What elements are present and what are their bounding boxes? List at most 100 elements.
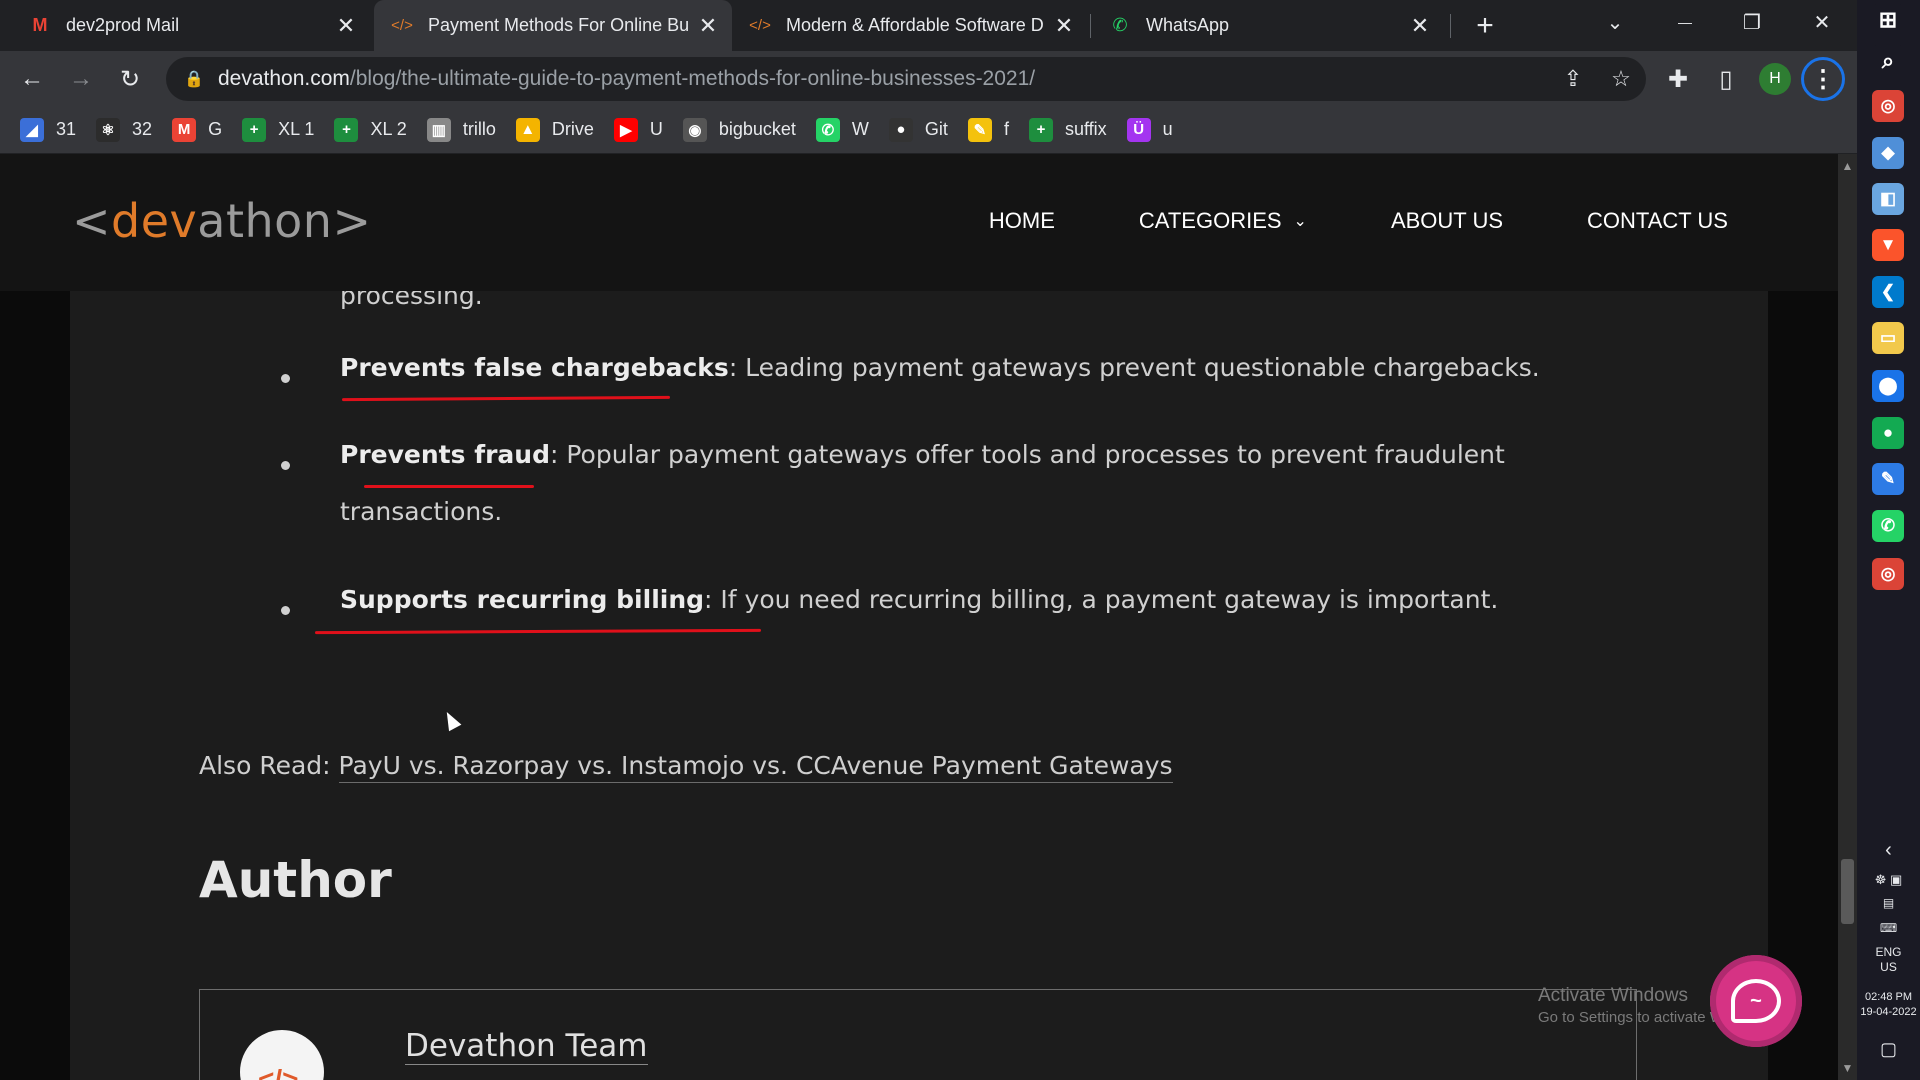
bookmark-item[interactable]: ● Git xyxy=(888,117,948,142)
bookmark-31-icon: ◢ xyxy=(20,117,44,142)
bookmark-item[interactable]: ✎ f xyxy=(967,117,1009,142)
whatsapp-icon[interactable]: ✆ xyxy=(1872,510,1904,542)
list-item-fraud: Prevents fraud: Popular payment gateways… xyxy=(340,440,1505,469)
bookmark-item[interactable]: ✆ W xyxy=(815,117,869,142)
chrome-profile-icon[interactable]: ◎ xyxy=(1872,558,1904,590)
bookmark-label: bigbucket xyxy=(718,119,796,139)
reload-button[interactable]: ↻ xyxy=(111,60,149,98)
tray-chevron-icon[interactable]: ‹ xyxy=(1857,840,1920,860)
tab-strip: M dev2prod Mail ✕ </> Payment Methods Fo… xyxy=(0,0,1857,51)
tab-close-icon[interactable]: ✕ xyxy=(336,13,356,39)
list-item-bold: Supports recurring billing xyxy=(340,585,705,614)
youtube-icon: ▶ xyxy=(613,117,638,142)
bookmark-star-icon[interactable]: ☆ xyxy=(1609,66,1633,91)
chevron-down-icon: ⌄ xyxy=(1293,213,1307,230)
tab-close-icon[interactable]: ✕ xyxy=(1410,13,1430,39)
bookmark-item[interactable]: + suffix xyxy=(1028,117,1107,142)
tab-separator xyxy=(1090,14,1091,38)
drive-icon: ▲ xyxy=(515,117,540,142)
nav-about-us[interactable]: ABOUT US xyxy=(1391,208,1503,234)
tab-dev2prod-mail[interactable]: M dev2prod Mail ✕ xyxy=(0,0,370,51)
scroll-down-arrow-icon[interactable]: ▼ xyxy=(1838,1058,1857,1078)
maps-icon[interactable]: ⬤ xyxy=(1872,370,1904,402)
tray-network-icon[interactable]: ▤ xyxy=(1857,896,1920,911)
site-logo[interactable]: <devathon> xyxy=(72,194,372,248)
address-bar[interactable]: 🔒 devathon.com/blog/the-ultimate-guide-t… xyxy=(166,57,1646,101)
bookmark-item[interactable]: MG xyxy=(172,117,222,142)
logo-rest: athon xyxy=(197,194,333,248)
bookmark-label: XL 2 xyxy=(370,119,407,139)
sheets-icon: + xyxy=(1028,117,1053,142)
article-body: processing. Prevents false chargebacks: … xyxy=(70,281,1768,1080)
language-indicator[interactable]: ENG US xyxy=(1857,945,1920,975)
bookmark-label: 31 xyxy=(56,119,77,139)
bookmark-item[interactable]: ◉ bigbucket xyxy=(682,117,796,142)
also-read-prefix: Also Read: xyxy=(199,751,339,780)
whatsapp-icon: ✆ xyxy=(1112,15,1128,35)
bookmark-item[interactable]: ▥ trillo xyxy=(426,117,496,142)
list-item-bold: Prevents false chargebacks xyxy=(340,353,729,382)
tab-payment-methods[interactable]: </> Payment Methods For Online Bu ✕ xyxy=(374,0,732,51)
back-button[interactable]: ← xyxy=(13,60,51,98)
bookmark-item[interactable]: ▲ Drive xyxy=(515,117,594,142)
author-name-link[interactable]: Devathon Team xyxy=(405,1028,648,1065)
extensions-icon[interactable]: ✚ xyxy=(1659,60,1697,98)
tab-close-icon[interactable]: ✕ xyxy=(698,13,718,39)
edit-icon[interactable]: ✎ xyxy=(1872,463,1904,495)
nav-home[interactable]: HOME xyxy=(989,208,1055,234)
nav-categories[interactable]: CATEGORIES ⌄ xyxy=(1139,208,1307,234)
tab-whatsapp[interactable]: ✆ WhatsApp ✕ xyxy=(1092,0,1444,51)
messenger-icon: ~ xyxy=(1731,979,1781,1023)
minimize-button[interactable]: — xyxy=(1650,0,1720,44)
page-scrollbar[interactable]: ▲ ▼ xyxy=(1838,154,1857,1080)
bookmark-item[interactable]: Üu xyxy=(1126,117,1173,142)
page-viewport: <devathon> HOME CATEGORIES ⌄ ABOUT US CON… xyxy=(0,154,1838,1080)
tab-search-button[interactable]: ⌄ xyxy=(1580,0,1650,44)
restore-button[interactable]: ❐ xyxy=(1717,0,1787,44)
notification-center-icon[interactable]: ▢ xyxy=(1857,1040,1920,1058)
file-explorer-icon[interactable]: ▭ xyxy=(1872,322,1904,354)
mongodb-icon[interactable]: ● xyxy=(1872,417,1904,449)
bookmark-item[interactable]: + XL 2 xyxy=(334,117,407,142)
nav-categories-label: CATEGORIES xyxy=(1138,208,1282,233)
list-item-text: : If you need recurring billing, a payme… xyxy=(704,585,1499,614)
also-read-link[interactable]: PayU vs. Razorpay vs. Instamojo vs. CCAv… xyxy=(338,751,1173,783)
app-icon-2[interactable]: ◧ xyxy=(1872,183,1904,215)
clock[interactable]: 02:48 PM 19-04-2022 xyxy=(1857,990,1920,1020)
bullet-dot xyxy=(281,606,290,615)
bookmarks-bar: ◢ 31 ⚛ 32 M G + XL 1 + XL 2 ▥ trillo ▲ Drive ▶ U ◉ bigbuc… xyxy=(0,106,1857,154)
search-icon[interactable]: ⌕ xyxy=(1872,45,1904,77)
chat-widget-button[interactable]: ~ xyxy=(1710,955,1802,1047)
code-brackets-icon: </> xyxy=(749,17,771,34)
list-item-false-chargebacks: Prevents false chargebacks: Leading paym… xyxy=(340,353,1540,382)
brave-icon[interactable]: ▼ xyxy=(1872,229,1904,261)
bookmark-item[interactable]: ◢ 31 xyxy=(20,117,77,142)
bookmark-label: XL 1 xyxy=(278,119,315,139)
bookmark-item[interactable]: ⚛ 32 xyxy=(96,117,153,142)
tab-close-icon[interactable]: ✕ xyxy=(1054,13,1074,39)
scroll-up-arrow-icon[interactable]: ▲ xyxy=(1838,156,1857,176)
browser-toolbar: ← → ↻ 🔒 devathon.com/blog/the-ultimate-g… xyxy=(0,51,1857,106)
profile-avatar[interactable]: H xyxy=(1759,63,1791,95)
browser-menu-button[interactable]: ⋮ xyxy=(1801,57,1845,101)
vscode-icon[interactable]: ❮ xyxy=(1872,276,1904,308)
nav-contact-us[interactable]: CONTACT US xyxy=(1587,208,1728,234)
bookmark-item[interactable]: + XL 1 xyxy=(242,117,315,142)
scrollbar-thumb[interactable] xyxy=(1841,859,1854,924)
bookmark-label: u xyxy=(1162,119,1173,139)
tray-icons[interactable]: ☸ ▣ xyxy=(1857,872,1920,887)
side-panel-icon[interactable]: ▯ xyxy=(1707,60,1745,98)
close-window-button[interactable]: ✕ xyxy=(1787,0,1857,44)
share-icon[interactable]: ⇪ xyxy=(1561,66,1585,91)
trello-icon: ▥ xyxy=(426,117,451,142)
app-icon[interactable]: ◆ xyxy=(1872,137,1904,169)
keyboard-icon[interactable]: ⌨ xyxy=(1857,921,1920,936)
chrome-icon[interactable]: ◎ xyxy=(1872,90,1904,122)
tab-modern-affordable-software[interactable]: </> Modern & Affordable Software D ✕ xyxy=(734,0,1088,51)
bookmark-item[interactable]: ▶ U xyxy=(613,117,663,142)
logo-open-bracket: < xyxy=(72,194,112,248)
bookmark-label: 32 xyxy=(132,119,153,139)
forward-button[interactable]: → xyxy=(62,60,100,98)
windows-start-icon[interactable]: ⊞ xyxy=(1872,4,1904,36)
new-tab-button[interactable]: + xyxy=(1470,0,1500,51)
